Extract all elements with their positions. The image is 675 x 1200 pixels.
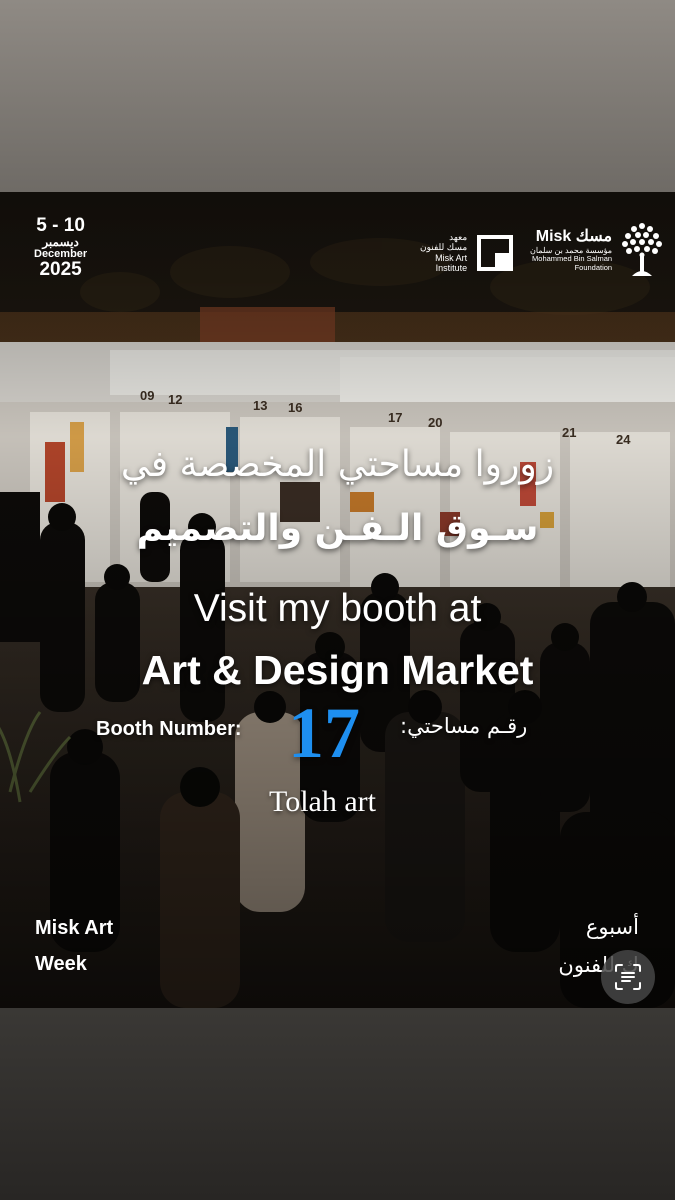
headline-en-line2: Art & Design Market (141, 647, 534, 693)
date-month-ar: ديسمبر (42, 234, 79, 249)
footer-misk-art-week-en: Misk Art Week (35, 910, 113, 982)
misk-foundation-logo: Misk مسك مؤسسة محمد بن سلمان Mohammed Bi… (530, 220, 664, 278)
misk-art-institute-logo: معهد مسك للفنون Misk Art Institute (420, 232, 514, 273)
misk-art-line3-en: Misk Art (435, 252, 468, 263)
booth-label-ar: رقـم مساحتي: (400, 714, 528, 738)
booth-label-en: Booth Number: (96, 718, 242, 740)
headline-en-line1: Visit my booth at (193, 587, 482, 630)
date-year: 2025 (39, 259, 82, 281)
misk-art-line1-ar: معهد (449, 232, 468, 242)
artist-name: Tolah art (268, 785, 377, 818)
story-card: 09 12 13 16 17 20 21 24 (0, 192, 675, 1008)
booth-number: 17 (288, 693, 360, 773)
misk-art-line2-ar: مسك للفنون (420, 242, 468, 253)
misk-art-institute-icon (477, 234, 514, 271)
tree-icon (622, 223, 663, 276)
event-date: 5 - 10 ديسمبر December 2025 (34, 216, 87, 280)
text-scan-button[interactable] (601, 950, 655, 1004)
misk-name: Misk مسك (535, 227, 613, 245)
footer-en-line1: Misk Art (35, 917, 114, 939)
headline-ar-line1: زوروا مساحتي المخصصة في (120, 444, 555, 485)
footer-ar-line1: أسبوع (585, 915, 639, 939)
misk-art-institute-text: معهد مسك للفنون Misk Art Institute (420, 232, 467, 273)
text-scan-icon (615, 964, 641, 990)
date-range: 5 - 10 (36, 215, 85, 236)
misk-foundation-text: Misk مسك مؤسسة محمد بن سلمان Mohammed Bi… (530, 226, 612, 272)
misk-art-line4-en: Institute (435, 263, 468, 274)
headline-ar-line2: سـوق الـفـن والتصميم (136, 508, 539, 549)
misk-sub-en-2: Foundation (574, 262, 613, 272)
footer-en-line2: Week (35, 953, 87, 975)
